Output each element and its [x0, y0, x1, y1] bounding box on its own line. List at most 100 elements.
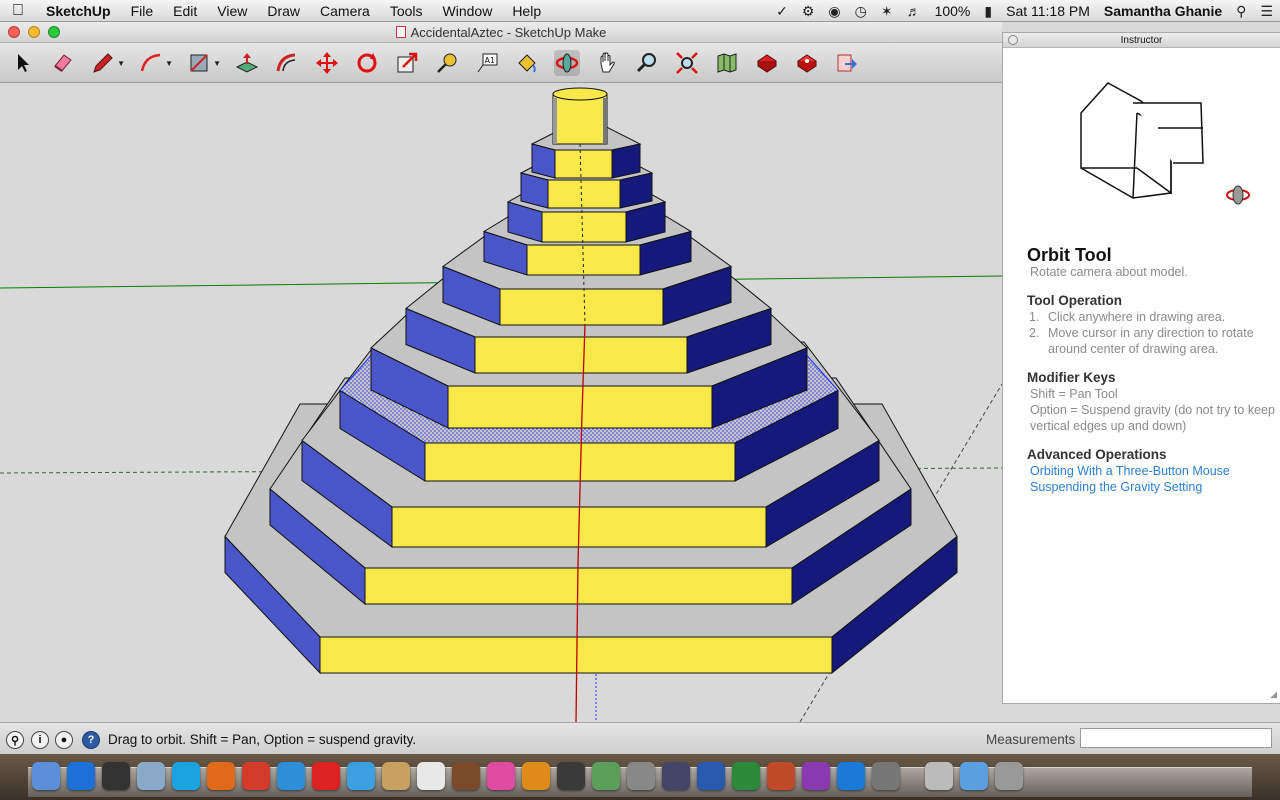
help-icon[interactable]: ? [82, 731, 100, 749]
dock-sketchup-icon[interactable] [312, 762, 340, 790]
dock-excel-icon[interactable] [732, 762, 760, 790]
menu-app-sketchup[interactable]: SketchUp [36, 0, 121, 22]
dock-calendar-icon[interactable] [417, 762, 445, 790]
dock-preview-icon[interactable] [137, 762, 165, 790]
step-front-face[interactable] [499, 288, 664, 326]
top-cylinder[interactable] [552, 87, 608, 145]
arc-tool-button[interactable]: ▼ [138, 50, 173, 76]
geolocation-icon[interactable]: ⚲ [6, 731, 24, 749]
3d-warehouse-button[interactable] [754, 50, 780, 76]
dock-lync-icon[interactable] [837, 762, 865, 790]
dock-safari-icon[interactable] [277, 762, 305, 790]
instructor-close-button[interactable] [1008, 35, 1018, 45]
bluetooth-icon[interactable]: ✶ [874, 3, 900, 20]
step-front-face[interactable] [547, 179, 621, 209]
battery-icon[interactable]: ▮ [977, 3, 999, 20]
dropdown-arrow-icon[interactable]: ▼ [165, 59, 173, 68]
push-pull-tool-button[interactable] [234, 50, 260, 76]
drawing-area[interactable] [0, 84, 1002, 722]
dock-garageband-icon[interactable] [452, 762, 480, 790]
volume-icon[interactable]: ♬ [900, 3, 928, 19]
step-right-face[interactable] [611, 143, 641, 179]
extension-warehouse-button[interactable] [794, 50, 820, 76]
dock-word-icon[interactable] [697, 762, 725, 790]
menu-view[interactable]: View [207, 0, 257, 22]
text-tool-button[interactable]: A1 [474, 50, 500, 76]
menu-draw[interactable]: Draw [257, 0, 310, 22]
aztec-pyramid-model[interactable] [224, 105, 958, 675]
menu-help[interactable]: Help [502, 0, 551, 22]
dock-dashboard-icon[interactable] [102, 762, 130, 790]
zoom-tool-button[interactable] [634, 50, 660, 76]
rotate-tool-button[interactable] [354, 50, 380, 76]
pan-tool-button[interactable] [594, 50, 620, 76]
step-front-face[interactable] [319, 636, 833, 674]
select-tool-button[interactable] [10, 50, 36, 76]
user-name[interactable]: Samantha Ghanie [1097, 3, 1229, 19]
step-front-face[interactable] [554, 149, 613, 179]
step-front-face[interactable] [447, 385, 713, 429]
wifi-icon[interactable]: ◉ [821, 3, 847, 20]
zoom-extents-tool-button[interactable] [674, 50, 700, 76]
eraser-tool-button[interactable] [50, 50, 76, 76]
dropdown-arrow-icon[interactable]: ▼ [213, 59, 221, 68]
pencil-tool-button[interactable]: ▼ [90, 50, 125, 76]
rectangle-tool-button[interactable]: ▼ [186, 50, 221, 76]
resize-grip-icon[interactable]: ◢ [1270, 689, 1277, 700]
menu-tools[interactable]: Tools [380, 0, 433, 22]
clock[interactable]: Sat 11:18 PM [999, 3, 1097, 19]
step-front-face[interactable] [541, 211, 627, 243]
dock-ibooks-icon[interactable] [522, 762, 550, 790]
dock-tools-icon[interactable] [872, 762, 900, 790]
dock-chrome-icon[interactable] [242, 762, 270, 790]
dock-system-preferences-icon[interactable] [627, 762, 655, 790]
menu-window[interactable]: Window [433, 0, 503, 22]
spotlight-search-icon[interactable]: ⚲ [1229, 3, 1253, 20]
dock-messages-icon[interactable] [347, 762, 375, 790]
scale-icon [397, 52, 418, 73]
main-toolbar: ▼ ▼ ▼ A1 [0, 43, 1002, 83]
menu-file[interactable]: File [121, 0, 164, 22]
credits-info-icon[interactable]: i [31, 731, 49, 749]
model-canvas[interactable] [0, 84, 1002, 722]
gear-icon[interactable]: ⚙ [795, 3, 822, 20]
dock-photo-booth-icon[interactable] [557, 762, 585, 790]
scale-tool-button[interactable] [394, 50, 420, 76]
dock-powerpoint-icon[interactable] [767, 762, 795, 790]
send-to-layout-button[interactable] [834, 50, 860, 76]
dock-documents-icon[interactable] [925, 762, 953, 790]
user-account-icon[interactable]: ● [55, 731, 73, 749]
step-front-face[interactable] [474, 336, 688, 374]
apple-icon[interactable]:  [0, 2, 36, 20]
orbit-tool-button[interactable] [554, 50, 580, 76]
battery-percent[interactable]: 100% [928, 3, 978, 19]
notification-center-icon[interactable]: ☰ [1253, 3, 1280, 20]
dock-finder-icon[interactable] [32, 762, 60, 790]
time-machine-icon[interactable]: ◷ [848, 3, 874, 20]
offset-tool-button[interactable] [274, 50, 300, 76]
move-arrows-icon [316, 52, 338, 74]
tape-measure-tool-button[interactable] [434, 50, 460, 76]
dock-firefox-icon[interactable] [207, 762, 235, 790]
dock-time-machine-icon[interactable] [662, 762, 690, 790]
dock-iphoto-icon[interactable] [592, 762, 620, 790]
dock-contacts-icon[interactable] [382, 762, 410, 790]
dock-launchpad-icon[interactable] [67, 762, 95, 790]
measurements-input[interactable] [1080, 728, 1272, 748]
paint-bucket-tool-button[interactable] [514, 50, 540, 76]
menu-edit[interactable]: Edit [163, 0, 207, 22]
dock-downloads-icon[interactable] [960, 762, 988, 790]
checkmark-icon[interactable]: ✓ [769, 3, 795, 20]
link-three-button-mouse[interactable]: Orbiting With a Three-Button Mouse [1030, 463, 1275, 479]
dock-onenote-icon[interactable] [802, 762, 830, 790]
dock-skype-icon[interactable] [172, 762, 200, 790]
dock-trash-icon[interactable] [995, 762, 1023, 790]
tool-name-heading: Orbit Tool [1027, 245, 1112, 265]
dropdown-arrow-icon[interactable]: ▼ [117, 59, 125, 68]
step-left-face[interactable] [531, 143, 556, 179]
warehouse-button[interactable] [714, 50, 740, 76]
dock-itunes-icon[interactable] [487, 762, 515, 790]
move-tool-button[interactable] [314, 50, 340, 76]
menu-camera[interactable]: Camera [310, 0, 380, 22]
link-suspending-gravity[interactable]: Suspending the Gravity Setting [1030, 479, 1275, 495]
